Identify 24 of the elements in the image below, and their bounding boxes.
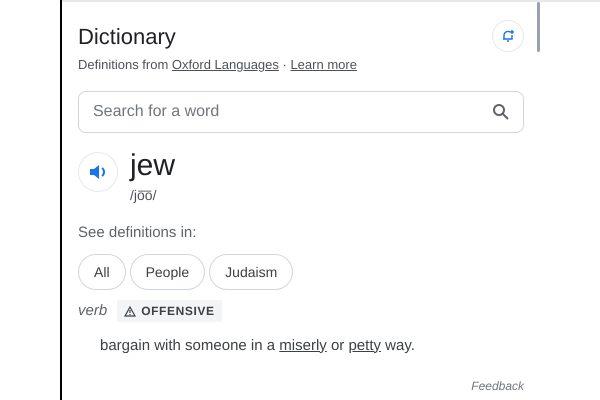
source-link[interactable]: Oxford Languages [172, 57, 279, 72]
pronunciation-text: /jo͞o/ [130, 186, 158, 205]
offensive-tag: OFFENSIVE [117, 300, 222, 322]
feedback-link[interactable]: Feedback [471, 377, 524, 395]
category-chip[interactable]: Judaism [209, 254, 294, 290]
category-chip[interactable]: All [78, 254, 126, 290]
speaker-icon [89, 164, 107, 180]
source-link[interactable]: Learn more [290, 57, 357, 72]
headword: jew [130, 148, 176, 182]
card-title: Dictionary [78, 23, 176, 51]
part-of-speech: verb [78, 301, 108, 321]
definition-link[interactable]: petty [348, 336, 381, 354]
category-chip[interactable]: People [130, 254, 206, 290]
scrollbar[interactable] [537, 2, 540, 52]
add-alert-button[interactable] [492, 20, 524, 52]
section-label: See definitions in: [78, 222, 198, 242]
pronounce-button[interactable] [78, 152, 118, 192]
search-icon[interactable] [492, 102, 510, 120]
source-text: Definitions from Oxford Languages · Learn more [78, 56, 358, 74]
bell-plus-icon [501, 29, 515, 43]
search-field[interactable]: Search for a word [78, 90, 524, 132]
warning-icon [124, 306, 136, 317]
definition-link[interactable]: miserly [279, 336, 327, 354]
definition-text: bargain with someone in a miserly or petty way. [100, 336, 416, 356]
